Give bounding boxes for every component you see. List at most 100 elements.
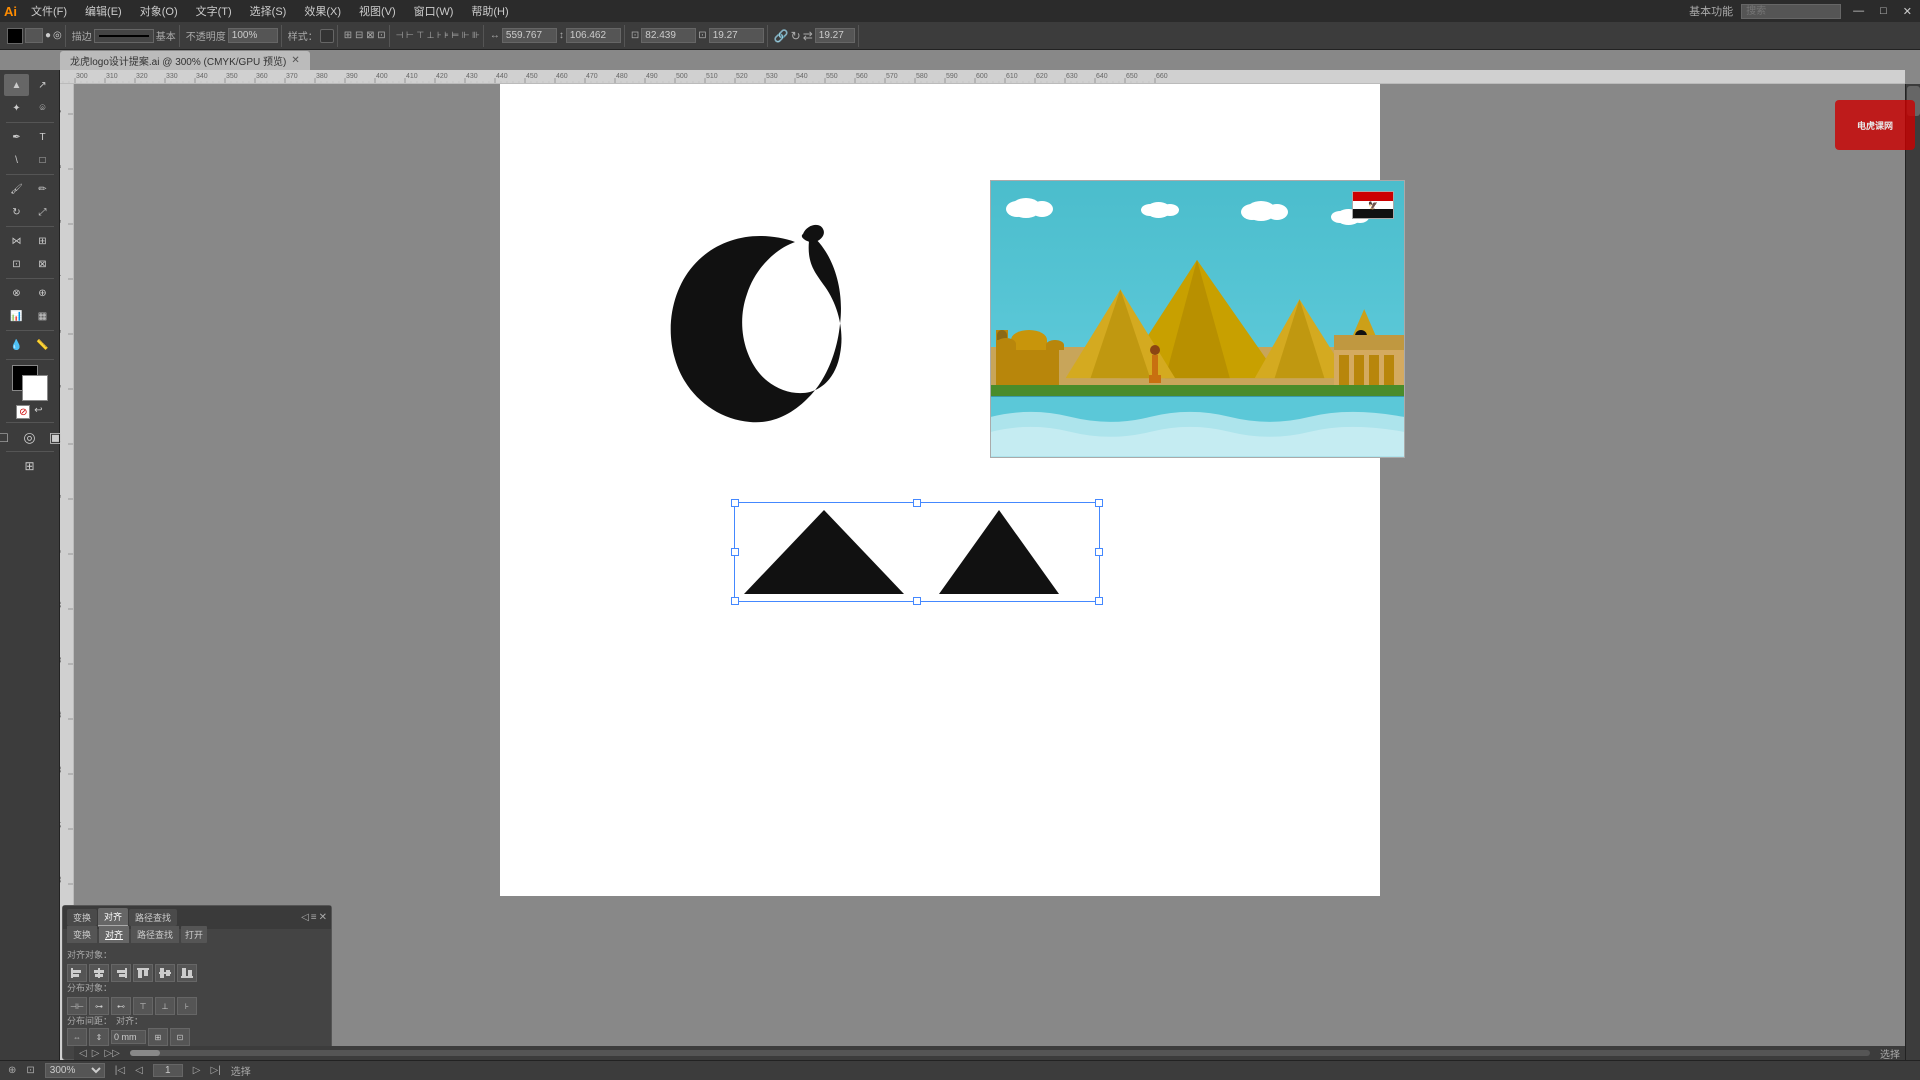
artboard-tool[interactable]: ⊞ <box>7 455 53 477</box>
pencil-tool[interactable]: ✏ <box>30 178 55 200</box>
link-icon[interactable]: 🔗 <box>774 29 789 43</box>
canvas-area[interactable]: 🦅 <box>74 84 1905 1060</box>
free-transform-tool[interactable]: ⊞ <box>30 230 55 252</box>
align-to-selection-btn[interactable]: ⊞ <box>148 1028 168 1046</box>
style-selector[interactable] <box>320 29 334 43</box>
magic-wand-tool[interactable]: ✦ <box>4 97 29 119</box>
right-scrollbar[interactable] <box>1905 84 1920 1060</box>
minimize-btn[interactable]: — <box>1849 5 1868 17</box>
nav-icon3[interactable]: ▷ <box>193 1065 201 1076</box>
rotate-icon[interactable]: ↻ <box>791 29 801 43</box>
rotate-input[interactable] <box>815 28 855 43</box>
subtab-transform[interactable]: 变换 <box>67 926 97 943</box>
menu-edit[interactable]: 编辑(E) <box>77 1 130 21</box>
distribute-label: 分布对象： <box>67 981 197 994</box>
align-vcenter-btn[interactable] <box>155 964 175 982</box>
close-btn[interactable]: ✕ <box>1899 5 1916 18</box>
align-left-btn[interactable] <box>67 964 87 982</box>
spacing-value-input[interactable] <box>111 1030 146 1044</box>
menu-effect[interactable]: 效果(X) <box>296 1 349 21</box>
nav-play[interactable]: ▷ <box>92 1048 100 1059</box>
align-top-btn[interactable] <box>133 964 153 982</box>
menu-select[interactable]: 选择(S) <box>242 1 295 21</box>
transform-tools: ↻ ⤢ <box>4 201 55 223</box>
doc-tab[interactable]: 龙虎logo设计提案.ai @ 300% (CMYK/GPU 预览) ✕ <box>60 51 310 70</box>
menu-file[interactable]: 文件(F) <box>23 1 75 21</box>
type-tool[interactable]: T <box>30 126 55 148</box>
spacing-h-btn[interactable]: ⇔ <box>67 1028 87 1046</box>
align-to-key-btn[interactable]: ⊡ <box>170 1028 190 1046</box>
nav-next[interactable]: ▷▷ <box>104 1048 119 1059</box>
tool-divider-1 <box>6 122 54 123</box>
gradient-mode[interactable]: ▣ <box>43 426 68 448</box>
blend-tool[interactable]: ⊗ <box>4 282 29 304</box>
direct-select-tool[interactable]: ↗ <box>30 74 55 96</box>
distrib-left-btn[interactable]: ⊣⊢ <box>67 997 87 1015</box>
panel-close-btn[interactable]: ✕ <box>319 912 327 923</box>
distrib-top-btn[interactable]: ⊤ <box>133 997 153 1015</box>
select-tool[interactable]: ▲ <box>4 74 29 96</box>
menu-window[interactable]: 窗口(W) <box>406 1 462 21</box>
line-tool[interactable]: \ <box>4 149 29 171</box>
nav-icon4[interactable]: ▷| <box>210 1065 220 1076</box>
opacity-input[interactable]: 100% <box>228 28 278 43</box>
stroke-mode[interactable]: ◎ <box>17 426 42 448</box>
svg-text:11: 11 <box>60 656 63 663</box>
distrib-hcenter-btn[interactable]: ⊶ <box>89 997 109 1015</box>
width-input[interactable]: 559.767 <box>502 28 557 43</box>
lasso-tool[interactable]: ⌾ <box>30 97 55 119</box>
none-swatch[interactable]: ⊘ <box>16 405 30 419</box>
menu-type[interactable]: 文字(T) <box>188 1 240 21</box>
nav-icon1[interactable]: |◁ <box>115 1065 125 1076</box>
stroke-color-swatch[interactable] <box>7 28 23 44</box>
search-input[interactable] <box>1741 4 1841 19</box>
panel-options-btn[interactable]: ≡ <box>311 912 317 923</box>
shape-tool[interactable]: □ <box>30 149 55 171</box>
subtab-pathfinder[interactable]: 路径查找 <box>131 926 179 943</box>
reshape-tool[interactable]: ⊠ <box>30 253 55 275</box>
panel-open-btn[interactable]: 打开 <box>181 926 207 943</box>
warp-tool[interactable]: ⋈ <box>4 230 29 252</box>
graph-tool[interactable]: 📊 <box>4 305 29 327</box>
stroke-preview[interactable] <box>94 29 154 43</box>
menu-view[interactable]: 视图(V) <box>351 1 404 21</box>
fill-mode[interactable]: □ <box>0 426 16 448</box>
align-bottom-btn[interactable] <box>177 964 197 982</box>
reflect-icon[interactable]: ⇄ <box>803 29 813 43</box>
paintbrush-tool[interactable]: 🖌 <box>4 178 29 200</box>
panel-expand-btn[interactable]: ◁ <box>301 912 309 923</box>
symbol-tool[interactable]: ⊕ <box>30 282 55 304</box>
distrib-right-btn[interactable]: ⊷ <box>111 997 131 1015</box>
y-input[interactable]: 19.27 <box>709 28 764 43</box>
x-input[interactable]: 82.439 <box>641 28 696 43</box>
bar-tool[interactable]: ▦ <box>30 305 55 327</box>
zoom-select[interactable]: 300% <box>45 1063 105 1078</box>
rotate-tool[interactable]: ↻ <box>4 201 29 223</box>
reset-colors[interactable]: ↩ <box>34 405 42 419</box>
magic-lasso-tools: ✦ ⌾ <box>4 97 55 119</box>
measure-tool[interactable]: 📏 <box>30 334 55 356</box>
pen-tool[interactable]: ✒ <box>4 126 29 148</box>
eyedropper-tool[interactable]: 💧 <box>4 334 29 356</box>
menu-help[interactable]: 帮助(H) <box>463 1 516 21</box>
maximize-btn[interactable]: □ <box>1876 5 1891 17</box>
nav-icon2[interactable]: ◁ <box>135 1065 143 1076</box>
distrib-bottom-btn[interactable]: ⊦ <box>177 997 197 1015</box>
distrib-vcenter-btn[interactable]: ⊥ <box>155 997 175 1015</box>
workspace-preset[interactable]: 基本功能 <box>1689 3 1733 19</box>
nav-prev[interactable]: ◁ <box>79 1048 87 1059</box>
stroke-weight-input[interactable] <box>25 28 43 43</box>
align-right-btn[interactable] <box>111 964 131 982</box>
menu-object[interactable]: 对象(O) <box>132 1 186 21</box>
scale-tool[interactable]: ⤢ <box>30 201 55 223</box>
artboard-input[interactable] <box>153 1064 183 1077</box>
bg-swatch[interactable] <box>22 375 48 401</box>
height-input[interactable]: 106.462 <box>566 28 621 43</box>
spacing-v-btn[interactable]: ⇕ <box>89 1028 109 1046</box>
doc-tab-close[interactable]: ✕ <box>291 55 299 66</box>
style-label: 样式： <box>288 28 318 43</box>
align-hcenter-btn[interactable] <box>89 964 109 982</box>
puppet-warp-tool[interactable]: ⊡ <box>4 253 29 275</box>
svg-text:12: 12 <box>60 711 63 718</box>
subtab-align[interactable]: 对齐 <box>99 926 129 943</box>
